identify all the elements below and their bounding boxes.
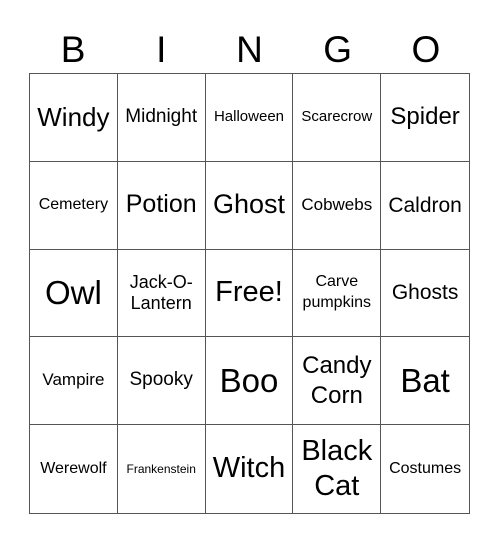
bingo-cell[interactable]: Carve pumpkins xyxy=(293,249,382,338)
bingo-cell[interactable]: Black Cat xyxy=(293,425,382,513)
bingo-cell[interactable]: Midnight xyxy=(117,74,206,162)
bingo-cell[interactable]: Vampire xyxy=(30,337,118,426)
header-letter-o: O xyxy=(411,29,441,70)
bingo-cell[interactable]: Spider xyxy=(381,74,469,162)
bingo-cell[interactable]: Windy xyxy=(30,74,118,162)
bingo-cell[interactable]: Scarecrow xyxy=(293,74,382,162)
bingo-cell[interactable]: Potion xyxy=(117,161,206,250)
bingo-cell[interactable]: Ghosts xyxy=(381,250,469,338)
bingo-cell[interactable]: Candy Corn xyxy=(293,337,382,426)
bingo-cell[interactable]: Owl xyxy=(30,249,118,338)
bingo-cell[interactable]: Jack-O-Lantern xyxy=(117,249,206,338)
bingo-cell[interactable]: Boo xyxy=(205,337,294,426)
bingo-cell[interactable]: Ghost xyxy=(205,161,294,250)
bingo-cell[interactable]: Werewolf xyxy=(30,425,118,513)
header-letter-i: I xyxy=(156,29,167,70)
bingo-grid: Windy Midnight Halloween Scarecrow Spide… xyxy=(29,73,470,514)
bingo-cell[interactable]: Cobwebs xyxy=(293,161,382,250)
header-letter-g: G xyxy=(323,29,353,70)
bingo-cell[interactable]: Spooky xyxy=(117,337,206,426)
header-letter-n: N xyxy=(236,29,263,70)
bingo-cell[interactable]: Bat xyxy=(381,337,469,426)
bingo-cell[interactable]: Caldron xyxy=(381,162,469,250)
bingo-cell[interactable]: Witch xyxy=(206,425,294,513)
bingo-cell[interactable]: Frankenstein xyxy=(118,425,206,513)
free-space-cell[interactable]: Free! xyxy=(205,249,294,338)
header-letter-b: B xyxy=(60,29,86,70)
bingo-cell[interactable]: Halloween xyxy=(205,74,294,162)
bingo-cell[interactable]: Cemetery xyxy=(30,161,118,250)
bingo-cell[interactable]: Costumes xyxy=(381,425,469,513)
bingo-header: B I N G O xyxy=(29,28,470,72)
